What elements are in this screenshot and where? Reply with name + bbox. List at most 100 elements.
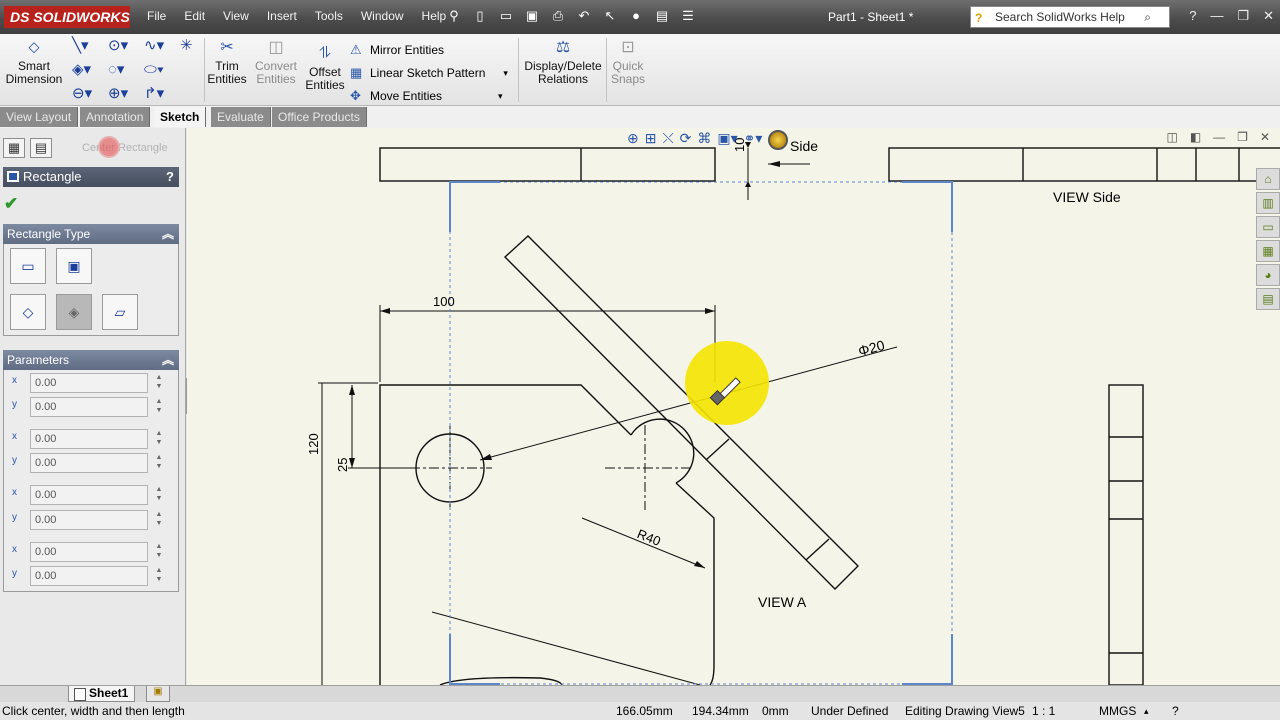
close-icon[interactable]: ✕	[1263, 8, 1274, 24]
feature-tree-icon[interactable]: ▦	[3, 138, 25, 158]
menu-window[interactable]: Window	[352, 9, 413, 23]
new-document-icon[interactable]: ▯	[470, 6, 490, 26]
move-dropdown-icon[interactable]: ▾	[498, 86, 503, 106]
home-icon[interactable]: ⌂	[1256, 168, 1280, 190]
three-point-center-rectangle-button[interactable]: ◈	[56, 294, 92, 330]
doc-minimize-icon[interactable]: —	[1213, 130, 1225, 144]
search-input[interactable]: ? Search SolidWorks Help ⌕	[970, 6, 1170, 28]
search-icon[interactable]: ⌕	[1144, 7, 1151, 27]
menu-view[interactable]: View	[214, 9, 258, 23]
options-icon[interactable]: ☰	[678, 6, 698, 26]
linear-sketch-pattern-button[interactable]: ▦ Linear Sketch Pattern ▾	[350, 61, 508, 84]
status-units[interactable]: MMGS	[1099, 702, 1136, 720]
display-delete-relations-button[interactable]: ⚖ Display/Delete Relations	[522, 37, 604, 86]
menu-file[interactable]: File	[138, 9, 175, 23]
zoom-to-fit-icon[interactable]: ⊕	[627, 130, 639, 152]
tab-office-products[interactable]: Office Products	[272, 107, 367, 127]
smart-dimension-button[interactable]: ⬦ Smart Dimension	[2, 37, 66, 86]
dimension-25[interactable]: 25	[335, 458, 350, 472]
zoom-to-area-icon[interactable]: ⊞	[645, 130, 657, 152]
slot-icon[interactable]: ⊖▾	[72, 85, 108, 103]
tab-annotation[interactable]: Annotation	[80, 107, 151, 127]
file-properties-icon[interactable]: ▤	[652, 6, 672, 26]
status-scale[interactable]: 1 : 1	[1032, 702, 1055, 720]
spinner-icon[interactable]: ▲ ▼	[152, 373, 166, 393]
trim-entities-button[interactable]: ✂ Trim Entities	[204, 37, 250, 86]
design-library-icon[interactable]: ▥	[1256, 192, 1280, 214]
mirror-entities-button[interactable]: ⚠ Mirror Entities	[350, 38, 508, 61]
tab-sketch[interactable]: Sketch	[154, 107, 207, 127]
spinner-icon[interactable]: ▲ ▼	[152, 397, 166, 417]
sheet1-tab[interactable]: Sheet1	[68, 686, 136, 702]
menu-insert[interactable]: Insert	[258, 9, 306, 23]
y4-input[interactable]: 0.00	[30, 566, 148, 586]
units-dropdown-icon[interactable]: ▴	[1144, 702, 1149, 720]
spinner-icon[interactable]: ▲ ▼	[152, 566, 166, 586]
save-icon[interactable]: ▣	[522, 6, 542, 26]
move-entities-button[interactable]: ✥ Move Entities ▾	[350, 84, 508, 107]
help-balloon-icon[interactable]: ?	[1172, 702, 1179, 720]
x3-input[interactable]: 0.00	[30, 485, 148, 505]
y1-input[interactable]: 0.00	[30, 397, 148, 417]
spinner-icon[interactable]: ▲ ▼	[152, 453, 166, 473]
sketch-fillet-icon[interactable]: ↱▾	[144, 85, 180, 103]
print-icon[interactable]: ⎙	[548, 6, 568, 26]
y3-input[interactable]: 0.00	[30, 510, 148, 530]
polygon-icon[interactable]: ⊕▾	[108, 85, 144, 103]
x4-input[interactable]: 0.00	[30, 542, 148, 562]
appearance-ball-icon[interactable]	[768, 130, 789, 150]
help-icon[interactable]: ?	[1189, 8, 1196, 24]
spinner-icon[interactable]: ▲ ▼	[152, 429, 166, 449]
tile-vertical-icon[interactable]: ◧	[1190, 130, 1201, 144]
ok-check-icon[interactable]: ✔	[4, 194, 18, 214]
spline-icon[interactable]: ∿▾	[144, 37, 180, 55]
menu-tools[interactable]: Tools	[306, 9, 352, 23]
parallelogram-button[interactable]: ▱	[102, 294, 138, 330]
menu-edit[interactable]: Edit	[175, 9, 214, 23]
pan-icon[interactable]: ⌘	[697, 130, 711, 152]
restore-icon[interactable]: ❐	[1237, 8, 1249, 24]
select-arrow-icon[interactable]: ↖	[600, 6, 620, 26]
tab-evaluate[interactable]: Evaluate	[211, 107, 271, 127]
offset-entities-button[interactable]: ⥮ Offset Entities	[302, 43, 348, 92]
help-button[interactable]: ?	[166, 167, 174, 187]
custom-properties-icon[interactable]: ▤	[1256, 288, 1280, 310]
appearances-icon[interactable]: ◕	[1256, 264, 1280, 286]
spinner-icon[interactable]: ▲ ▼	[152, 485, 166, 505]
doc-close-icon[interactable]: ✕	[1260, 130, 1270, 144]
previous-view-icon[interactable]: ⤬	[662, 130, 673, 152]
center-rectangle-button[interactable]: ▣	[56, 248, 92, 284]
parameters-header[interactable]: Parameters ︽	[3, 350, 179, 370]
hide-show-items-icon[interactable]: ⚭▾	[744, 130, 763, 152]
corner-rectangle-button[interactable]: ▭	[10, 248, 46, 284]
x1-input[interactable]: 0.00	[30, 373, 148, 393]
arc-icon[interactable]: ◌▾	[108, 61, 144, 79]
open-folder-icon[interactable]: ▭	[496, 6, 516, 26]
undo-icon[interactable]: ↶	[574, 6, 594, 26]
spinner-icon[interactable]: ▲ ▼	[152, 510, 166, 530]
convert-entities-button[interactable]: ◫ Convert Entities	[252, 37, 300, 86]
ellipse-icon[interactable]: ⬭▾	[144, 61, 180, 79]
pattern-dropdown-icon[interactable]: ▾	[503, 63, 508, 83]
collapse-icon[interactable]: ︽	[162, 350, 174, 370]
minimize-icon[interactable]: —	[1210, 8, 1223, 24]
view-boundary[interactable]	[449, 181, 953, 685]
dimension-120[interactable]: 120	[306, 433, 321, 455]
view-palette-icon[interactable]: ▦	[1256, 240, 1280, 262]
tile-horizontal-icon[interactable]: ◫	[1166, 130, 1177, 144]
circle-icon[interactable]: ⊙▾	[108, 37, 144, 55]
rotate-view-icon[interactable]: ⟳	[680, 130, 692, 152]
add-sheet-icon[interactable]: ▣	[146, 686, 170, 702]
drawing-canvas[interactable]: 10 Side VIEW Side 100 Φ20 120 25 R40 VIE…	[187, 128, 1280, 685]
collapse-icon[interactable]: ︽	[162, 224, 174, 244]
x2-input[interactable]: 0.00	[30, 429, 148, 449]
rebuild-icon[interactable]: ●	[626, 6, 646, 26]
spinner-icon[interactable]: ▲ ▼	[152, 542, 166, 562]
pin-icon[interactable]: ⚲	[444, 6, 464, 26]
doc-restore-icon[interactable]: ❐	[1237, 130, 1248, 144]
tab-view-layout[interactable]: View Layout	[0, 107, 79, 127]
rectangle-icon[interactable]: ◈▾	[72, 61, 108, 79]
rectangle-type-header[interactable]: Rectangle Type ︽	[3, 224, 179, 244]
three-point-corner-rectangle-button[interactable]: ◇	[10, 294, 46, 330]
y2-input[interactable]: 0.00	[30, 453, 148, 473]
